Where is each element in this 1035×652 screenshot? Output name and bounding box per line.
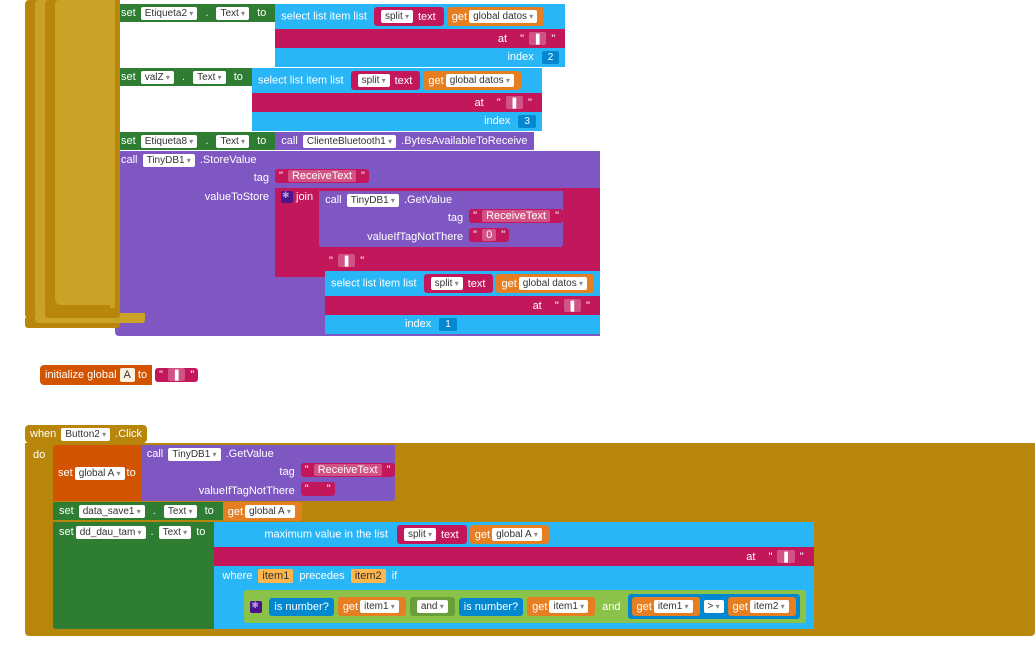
do-label: do <box>33 445 53 630</box>
get-item2[interactable]: get item2 <box>728 597 796 616</box>
set-etiqueta8-row[interactable]: set Etiqueta8 . Text to call ClienteBlue… <box>115 132 1035 150</box>
property-dropdown[interactable]: Text <box>216 135 249 148</box>
default-value[interactable]: " 0 " <box>469 228 509 242</box>
set-global-a-row[interactable]: set global A to call TinyDB1 .GetValue t… <box>53 445 814 501</box>
component-dropdown[interactable]: Etiqueta8 <box>141 135 198 148</box>
string-literal[interactable]: " ❚ " <box>764 550 807 564</box>
join-block[interactable]: join call TinyDB1 .GetValue tag <box>275 188 600 250</box>
split-block[interactable]: split text <box>374 7 444 26</box>
and-label: and <box>410 597 455 616</box>
component-dropdown[interactable]: Etiqueta2 <box>141 7 198 20</box>
split-dropdown[interactable]: split <box>381 10 413 23</box>
set-dddautam-row[interactable]: set dd_dau_tam . Text to maximum value i… <box>53 522 814 629</box>
call-tinydb-storevalue[interactable]: call TinyDB1 .StoreValue tag " ReceiveTe… <box>115 151 1035 336</box>
component-dropdown[interactable]: valZ <box>141 71 174 84</box>
property-dropdown[interactable]: Text <box>216 7 249 20</box>
property-dropdown[interactable]: Text <box>159 526 192 539</box>
select-list-item-block[interactable]: select list item list split text get glo… <box>275 4 565 29</box>
index-value[interactable]: 1 <box>439 318 457 331</box>
split-block[interactable]: split text <box>397 525 467 544</box>
string-literal[interactable]: " ❚ " <box>551 299 594 313</box>
initialize-global-block[interactable]: initialize global A to <box>40 365 152 385</box>
valuetostore-label: valueToStore <box>115 188 275 206</box>
property-dropdown[interactable]: Text <box>164 505 197 518</box>
set-label: set <box>121 7 136 19</box>
get-global-datos[interactable]: get global datos <box>447 7 544 26</box>
max-value-block[interactable]: maximum value in the list split text get… <box>214 522 813 547</box>
get-global-a[interactable]: get global A <box>470 525 549 544</box>
string-literal[interactable]: " ❚ " <box>493 96 536 110</box>
tag-value[interactable]: " ReceiveText " <box>469 209 563 223</box>
select-list-item-block[interactable]: select list item list split text get glo… <box>325 271 600 296</box>
component-dropdown[interactable]: data_save1 <box>79 505 145 518</box>
text-label: text <box>415 11 439 23</box>
tag-value[interactable]: " ReceiveText " <box>301 463 395 477</box>
var-dropdown[interactable]: global A <box>75 467 125 480</box>
and-label: and <box>599 601 623 613</box>
get-item1[interactable]: get item1 <box>338 597 406 616</box>
to-label: to <box>254 7 269 19</box>
get-item1[interactable]: get item1 <box>632 597 700 616</box>
get-global-datos[interactable]: get global datos <box>496 274 593 293</box>
compare-block[interactable]: get item1 > get item2 <box>628 594 800 619</box>
set-valz-row[interactable]: set valZ . Text to select list item list… <box>115 68 1035 131</box>
item1-chip: item1 <box>258 569 293 583</box>
split-block[interactable]: split text <box>351 71 421 90</box>
var-name[interactable]: A <box>120 368 135 382</box>
component-dropdown[interactable]: Button2 <box>61 428 110 441</box>
index-value[interactable]: 2 <box>542 51 560 64</box>
select-list-item-block[interactable]: select list item list split text get glo… <box>252 68 542 93</box>
set-datasave-row[interactable]: set data_save1 . Text to get global A <box>53 502 814 521</box>
component-dropdown[interactable]: dd_dau_tam <box>76 526 146 539</box>
select-list-label: select list item list <box>281 10 367 22</box>
and-block-outer[interactable]: is number? get item1 and is number? <box>244 590 805 623</box>
index-label: index <box>507 51 533 64</box>
is-number-block[interactable]: is number? <box>269 598 333 616</box>
gear-icon[interactable] <box>250 601 262 613</box>
get-item1[interactable]: get item1 <box>527 597 595 616</box>
property-dropdown[interactable]: Text <box>193 71 226 84</box>
operator-dropdown[interactable]: > <box>704 600 724 613</box>
string-literal[interactable]: " ❚ " <box>325 253 368 268</box>
string-literal[interactable]: " ❚ " <box>155 368 198 382</box>
var-dropdown[interactable]: global datos <box>469 10 537 23</box>
get-global-a[interactable]: get global A <box>223 502 302 521</box>
split-block[interactable]: split text <box>424 274 494 293</box>
call-bluetooth-block[interactable]: call ClienteBluetooth1 .BytesAvailableTo… <box>275 132 533 150</box>
call-tinydb-getvalue[interactable]: call TinyDB1 .GetValue <box>319 191 563 209</box>
call-tinydb-getvalue[interactable]: call TinyDB1 .GetValue <box>141 445 395 463</box>
gear-icon[interactable] <box>281 191 293 203</box>
component-dropdown[interactable]: TinyDB1 <box>143 154 195 167</box>
at-label: at <box>498 33 507 45</box>
string-literal[interactable]: " ❚ " <box>516 32 559 46</box>
tag-value[interactable]: " ReceiveText " <box>275 169 369 183</box>
get-global-datos[interactable]: get global datos <box>423 71 520 90</box>
set-etiqueta2-row[interactable]: set Etiqueta2 . Text to select list item… <box>115 4 1035 67</box>
index-value[interactable]: 3 <box>518 115 536 128</box>
item2-chip: item2 <box>351 569 386 583</box>
component-dropdown[interactable]: ClienteBluetooth1 <box>303 135 396 148</box>
get-label: get <box>452 11 467 23</box>
is-number-block[interactable]: is number? <box>459 598 523 616</box>
tag-label: tag <box>115 169 275 187</box>
when-button2-click[interactable]: when Button2 .Click <box>25 425 147 443</box>
default-value[interactable]: " " <box>301 482 335 496</box>
